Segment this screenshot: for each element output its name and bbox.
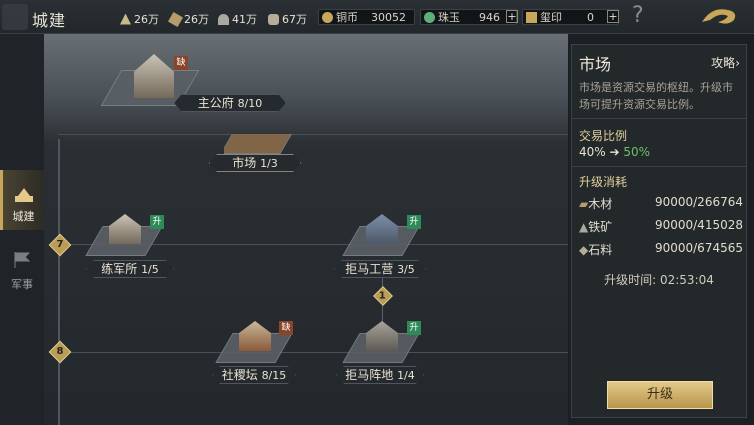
stone-icon: ◆: [579, 243, 589, 257]
city-icon: [14, 188, 33, 202]
resource-grain: 26万: [120, 11, 159, 27]
panel-description: 市场是资源交易的枢纽。升级市场可提升资源交易比例。: [579, 81, 733, 111]
row-divider: [58, 134, 568, 135]
ratio-value: 40% ➔ 50%: [579, 145, 651, 159]
level-marker: 8: [48, 340, 72, 364]
tab-military[interactable]: 军事: [0, 238, 44, 298]
currency-seal: 玺印 0: [522, 9, 619, 25]
help-button[interactable]: ?: [632, 3, 644, 28]
flag-icon: [14, 252, 31, 268]
altar-label[interactable]: 社稷坛 8/15: [212, 366, 296, 384]
upgrade-time: 升级时间: 02:53:04: [604, 273, 714, 287]
page-title: 城建: [32, 11, 67, 30]
arrow-right-icon: ➔: [609, 145, 620, 159]
training-camp-label[interactable]: 练军所 1/5: [86, 260, 174, 278]
upgrade-badge: 升: [150, 215, 164, 229]
resource-wood: 26万: [167, 11, 209, 27]
missing-badge: 缺: [174, 56, 188, 70]
market-building[interactable]: [224, 134, 294, 156]
stone-icon: [268, 13, 279, 25]
iron-icon: [218, 13, 229, 25]
chevron-right-icon: ›: [735, 56, 740, 70]
cost-row-wood: ▰木材 90000/266764: [579, 195, 743, 211]
cost-row-stone: ◆石料 90000/674565: [579, 241, 743, 257]
connector-marker: 1: [373, 286, 393, 306]
add-seal-button[interactable]: +: [607, 10, 619, 23]
guide-link[interactable]: 攻略›: [711, 54, 740, 71]
resource-iron: 41万: [218, 11, 257, 27]
cost-title: 升级消耗: [579, 175, 628, 189]
dragon-logo-icon[interactable]: [698, 2, 742, 32]
jade-icon: [424, 11, 435, 23]
currency-copper: 铜币 30052: [318, 9, 415, 25]
currency-jade: 珠玉 946: [420, 9, 517, 25]
cost-row-iron: ▲铁矿 90000/415028: [579, 218, 743, 234]
wood-icon: [167, 11, 184, 27]
barracks-building[interactable]: [342, 212, 420, 258]
barricade-label[interactable]: 拒马阵地 1/4: [336, 366, 424, 384]
sidebar: 城建 军事: [0, 34, 44, 425]
top-bar: 城建 26万 26万 41万 67万 铜币 30052 珠玉 946 + 玺印 0 +…: [0, 0, 754, 34]
barracks-label[interactable]: 拒马工营 3/5: [334, 260, 426, 278]
panel-title: 市场: [579, 55, 612, 74]
barricade-building[interactable]: [342, 319, 420, 365]
seal-icon: [526, 11, 537, 23]
level-marker: 7: [48, 233, 72, 257]
back-button[interactable]: [2, 4, 28, 30]
tab-city[interactable]: 城建: [0, 170, 44, 230]
upgrade-badge: 升: [407, 321, 421, 335]
copper-coin-icon: [322, 11, 333, 23]
upgrade-badge: 升: [407, 215, 421, 229]
missing-badge: 缺: [279, 321, 293, 335]
add-jade-button[interactable]: +: [506, 10, 518, 23]
divider: [572, 166, 746, 167]
ratio-title: 交易比例: [579, 129, 628, 143]
building-detail-panel: 市场 攻略› 市场是资源交易的枢纽。升级市场可提升资源交易比例。 交易比例 40…: [571, 44, 747, 418]
grain-icon: [120, 13, 131, 25]
market-label[interactable]: 市场 1/3: [209, 154, 301, 172]
tree-trunk-line: [58, 139, 60, 425]
wood-icon: ▰: [579, 197, 589, 211]
divider: [572, 118, 746, 119]
row-divider: [58, 352, 568, 353]
main-hall-label[interactable]: 主公府 8/10: [174, 94, 286, 112]
resource-stone: 67万: [268, 11, 307, 27]
building-tree: 缺 主公府 8/10 市场 1/3 7 升 练军所 1/5 升 拒马工营 3/5…: [44, 34, 568, 425]
upgrade-button[interactable]: 升级: [607, 381, 713, 409]
training-camp-building[interactable]: [85, 212, 163, 258]
iron-icon: ▲: [579, 220, 589, 234]
